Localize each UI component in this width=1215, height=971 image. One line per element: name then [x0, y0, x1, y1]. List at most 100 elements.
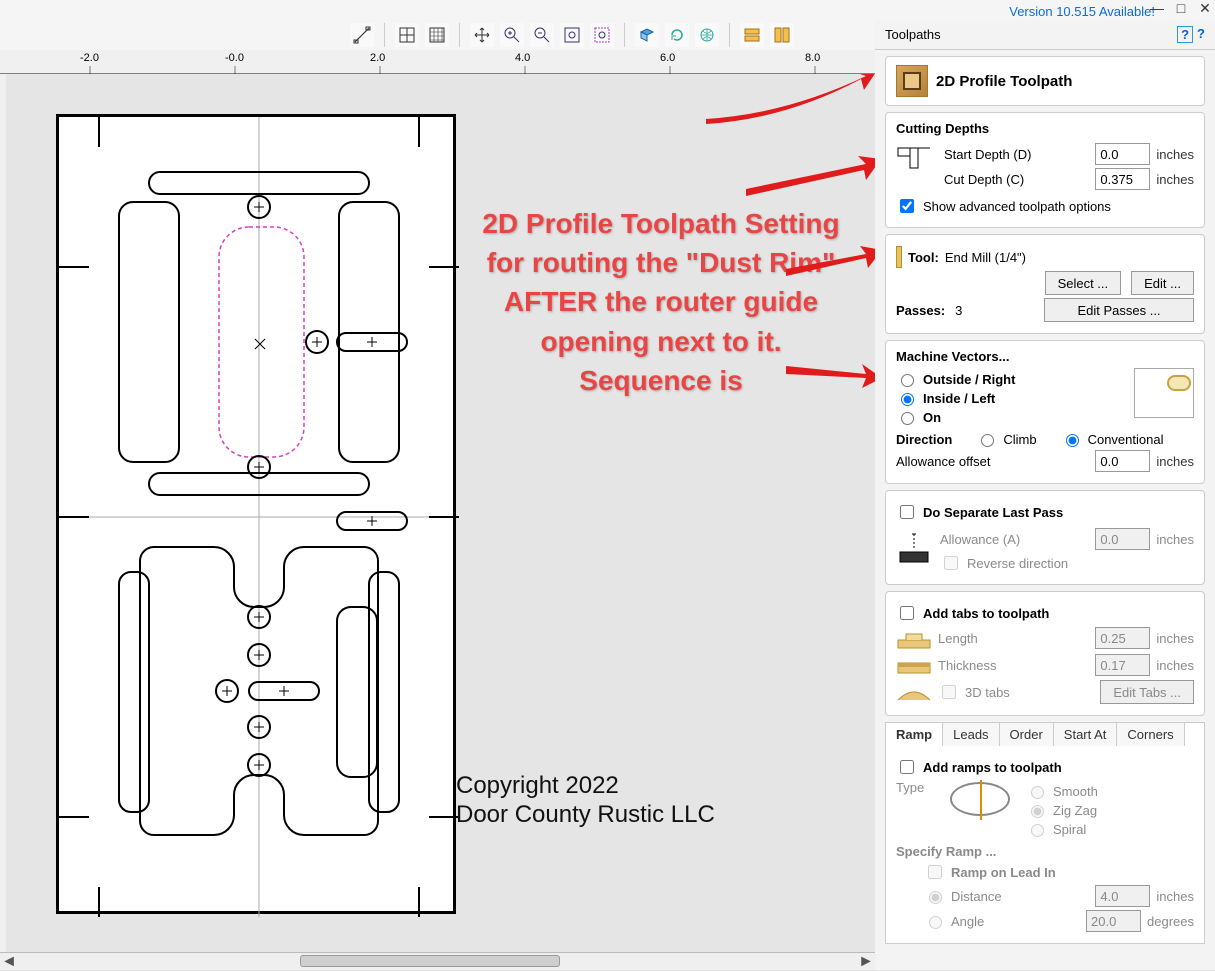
cutting-depths-section: Cutting Depths Start Depth (D) inches Cu…	[885, 112, 1205, 228]
ramp-spiral-label: Spiral	[1053, 822, 1086, 837]
inside-radio[interactable]	[901, 393, 914, 406]
tile-vertical-icon[interactable]	[770, 23, 794, 47]
allowance-offset-label: Allowance offset	[896, 454, 990, 469]
tool-name: End Mill (1/4")	[945, 250, 1026, 265]
climb-label: Climb	[1003, 432, 1036, 447]
ramp-angle-radio	[929, 916, 942, 929]
scroll-left-button[interactable]: ◄	[0, 953, 18, 971]
ramp-distance-radio	[929, 891, 942, 904]
allowance-offset-input[interactable]	[1095, 450, 1150, 472]
ramp-spiral-radio	[1031, 824, 1044, 837]
last-pass-checkbox[interactable]	[900, 505, 914, 519]
ramp-panel: Add ramps to toolpath Type Smooth Zig Za…	[885, 746, 1205, 944]
cut-depth-unit: inches	[1156, 172, 1194, 187]
on-label: On	[923, 410, 941, 425]
ramp-distance-unit: inches	[1156, 889, 1194, 904]
panel-help2-icon[interactable]: ?	[1197, 26, 1205, 43]
show-advanced-label: Show advanced toolpath options	[923, 199, 1111, 214]
minimize-button[interactable]: —	[1147, 0, 1167, 17]
ramp-lead-in-checkbox	[928, 865, 942, 879]
last-pass-label: Do Separate Last Pass	[923, 505, 1063, 520]
depth-diagram-icon	[896, 140, 932, 176]
tool-edit-button[interactable]: Edit ...	[1131, 271, 1194, 295]
ramp-angle-input	[1086, 910, 1141, 932]
start-depth-label: Start Depth (D)	[944, 147, 1031, 162]
machine-vectors-label: Machine Vectors...	[896, 349, 1194, 364]
conventional-label: Conventional	[1088, 432, 1164, 447]
canvas-view[interactable]: 2D Profile Toolpath Setting for routing …	[6, 74, 875, 970]
climb-radio[interactable]	[981, 434, 994, 447]
edit-passes-button[interactable]: Edit Passes ...	[1044, 298, 1194, 322]
tab-corners[interactable]: Corners	[1117, 723, 1184, 746]
tool-section: Tool: End Mill (1/4") Select ... Edit ..…	[885, 234, 1205, 334]
zoom-out-icon[interactable]	[530, 23, 554, 47]
view-globe-icon[interactable]	[695, 23, 719, 47]
machine-vectors-diagram	[1134, 368, 1194, 418]
tab-order[interactable]: Order	[1000, 723, 1054, 746]
tab-ramp[interactable]: Ramp	[886, 723, 943, 746]
layer-grid-icon[interactable]	[395, 23, 419, 47]
tabs-thickness-input	[1095, 654, 1150, 676]
tabs-thickness-label: Thickness	[938, 658, 997, 673]
cut-depth-label: Cut Depth (C)	[944, 172, 1024, 187]
ramp-distance-label: Distance	[951, 889, 1002, 904]
ramp-angle-label: Angle	[951, 914, 984, 929]
horizontal-scrollbar[interactable]: ◄ ►	[0, 952, 875, 970]
view-refresh-icon[interactable]	[665, 23, 689, 47]
zoom-in-icon[interactable]	[500, 23, 524, 47]
ramp-smooth-label: Smooth	[1053, 784, 1098, 799]
grid-icon[interactable]	[425, 23, 449, 47]
ramp-distance-input	[1095, 885, 1150, 907]
tab-leads[interactable]: Leads	[943, 723, 999, 746]
inside-label: Inside / Left	[923, 391, 995, 406]
ramp-zigzag-label: Zig Zag	[1053, 803, 1097, 818]
scroll-thumb[interactable]	[300, 955, 560, 967]
view-3d-icon[interactable]	[635, 23, 659, 47]
last-pass-allowance-input	[1095, 528, 1150, 550]
outside-radio[interactable]	[901, 374, 914, 387]
zoom-select-icon[interactable]	[590, 23, 614, 47]
on-radio[interactable]	[901, 412, 914, 425]
threed-tabs-checkbox	[942, 685, 956, 699]
move-icon[interactable]	[470, 23, 494, 47]
ramp-angle-unit: degrees	[1147, 914, 1194, 929]
close-button[interactable]: ✕	[1195, 0, 1215, 17]
zoom-fit-icon[interactable]	[560, 23, 584, 47]
scroll-right-button[interactable]: ►	[857, 953, 875, 971]
show-advanced-checkbox[interactable]	[900, 199, 914, 213]
tile-horizontal-icon[interactable]	[740, 23, 764, 47]
add-tabs-checkbox[interactable]	[900, 606, 914, 620]
ramp-zigzag-radio	[1031, 805, 1044, 818]
copyright-text: Copyright 2022 Door County Rustic LLC	[456, 772, 715, 830]
tabs-3d-icon	[896, 680, 932, 704]
last-pass-section: Do Separate Last Pass Allowance (A) inch…	[885, 490, 1205, 585]
cut-depth-input[interactable]	[1095, 168, 1150, 190]
tabs-section: Add tabs to toolpath Length inches Thick…	[885, 591, 1205, 716]
edit-tabs-button: Edit Tabs ...	[1100, 680, 1194, 704]
tabs-length-unit: inches	[1156, 631, 1194, 646]
ruler-horizontal: -2.0 -0.0 2.0 4.0 6.0 8.0	[0, 50, 875, 74]
panel-help-icon[interactable]: ?	[1177, 26, 1193, 43]
direction-label: Direction	[896, 432, 952, 447]
tab-start-at[interactable]: Start At	[1054, 723, 1118, 746]
last-pass-allowance-unit: inches	[1156, 532, 1194, 547]
ramp-type-label: Type	[896, 780, 934, 795]
threed-tabs-label: 3D tabs	[965, 685, 1010, 700]
measure-icon[interactable]	[350, 23, 374, 47]
ramp-smooth-radio	[1031, 786, 1044, 799]
passes-value: 3	[955, 303, 962, 318]
conventional-radio[interactable]	[1066, 434, 1079, 447]
tool-label: Tool:	[908, 250, 939, 265]
profile-toolpath-icon	[896, 65, 928, 97]
tool-select-button[interactable]: Select ...	[1045, 271, 1122, 295]
tabs-length-input	[1095, 627, 1150, 649]
version-available-link[interactable]: Version 10.515 Available!	[1009, 4, 1155, 19]
start-depth-input[interactable]	[1095, 143, 1150, 165]
tabs-thickness-icon	[896, 653, 932, 677]
ramp-lead-in-label: Ramp on Lead In	[951, 865, 1056, 880]
tool-icon	[896, 246, 902, 268]
maximize-button[interactable]: □	[1171, 0, 1191, 17]
add-ramps-label: Add ramps to toolpath	[923, 760, 1062, 775]
add-ramps-checkbox[interactable]	[900, 760, 914, 774]
tabs-thickness-unit: inches	[1156, 658, 1194, 673]
